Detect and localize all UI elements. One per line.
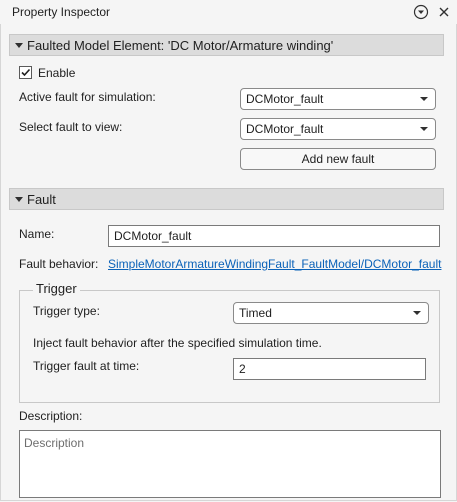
trigger-type-dropdown[interactable]: Timed	[233, 302, 429, 324]
select-fault-dropdown[interactable]: DCMotor_fault	[240, 118, 436, 140]
fault-behavior-link[interactable]: SimpleMotorArmatureWindingFault_FaultMod…	[108, 257, 441, 271]
name-input[interactable]: DCMotor_fault	[108, 225, 440, 247]
triangle-down-icon	[15, 197, 23, 202]
checkmark-icon	[21, 68, 31, 77]
add-new-fault-button[interactable]: Add new fault	[240, 148, 436, 170]
triangle-down-icon	[15, 43, 23, 48]
chevron-down-icon	[420, 97, 428, 101]
options-menu-icon[interactable]	[413, 4, 429, 20]
select-fault-label: Select fault to view:	[19, 120, 123, 134]
active-fault-value: DCMotor_fault	[246, 92, 324, 106]
trigger-type-label: Trigger type:	[33, 304, 100, 318]
trigger-time-value: 2	[239, 362, 246, 376]
panel-title: Property Inspector	[12, 5, 111, 19]
fault-section-header[interactable]: Fault	[9, 188, 444, 210]
trigger-description: Inject fault behavior after the specifie…	[33, 336, 322, 350]
section-header-label: Faulted Model Element: 'DC Motor/Armatur…	[27, 38, 334, 53]
description-label: Description:	[19, 409, 83, 423]
description-textarea[interactable]: Description	[19, 430, 441, 498]
enable-label: Enable	[38, 66, 76, 80]
chevron-down-icon	[420, 127, 428, 131]
name-label: Name:	[19, 227, 55, 241]
chevron-down-icon	[413, 311, 421, 315]
section-header-label: Fault	[27, 192, 56, 207]
trigger-legend: Trigger	[33, 281, 80, 296]
trigger-type-value: Timed	[239, 306, 272, 320]
fault-behavior-label: Fault behavior:	[19, 257, 99, 271]
name-input-value: DCMotor_fault	[114, 229, 192, 243]
description-placeholder: Description	[24, 436, 85, 450]
trigger-time-label: Trigger fault at time:	[33, 359, 140, 373]
close-icon[interactable]	[436, 4, 452, 20]
enable-checkbox[interactable]	[19, 66, 32, 79]
faulted-element-section-header[interactable]: Faulted Model Element: 'DC Motor/Armatur…	[9, 34, 444, 56]
active-fault-dropdown[interactable]: DCMotor_fault	[240, 88, 436, 110]
select-fault-value: DCMotor_fault	[246, 122, 324, 136]
active-fault-label: Active fault for simulation:	[19, 90, 156, 104]
trigger-time-input[interactable]: 2	[233, 358, 426, 380]
